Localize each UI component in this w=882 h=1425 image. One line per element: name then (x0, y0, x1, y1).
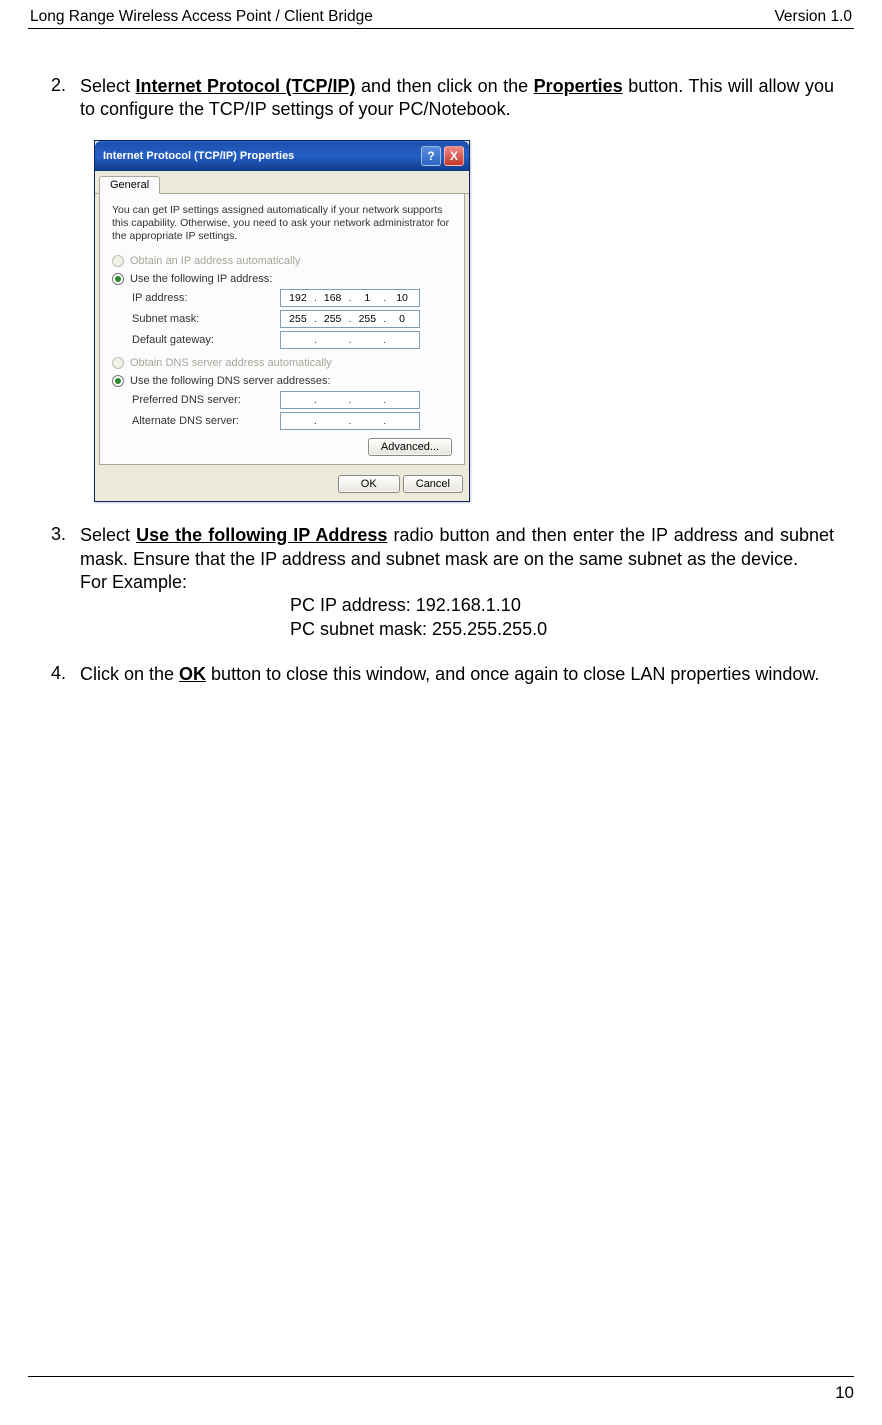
step-2: 2. Select Internet Protocol (TCP/IP) and… (48, 75, 834, 122)
label-ip-address: IP address: (132, 292, 272, 304)
radio-auto-dns: Obtain DNS server address automatically (112, 357, 452, 369)
radio-use-dns[interactable]: Use the following DNS server addresses: (112, 375, 452, 387)
radio-auto-ip[interactable]: Obtain an IP address automatically (112, 255, 452, 267)
tcp-ip-label: Internet Protocol (TCP/IP) (136, 76, 356, 96)
step-4: 4. Click on the OK button to close this … (48, 663, 834, 686)
label-subnet-mask: Subnet mask: (132, 313, 272, 325)
radio-icon (112, 375, 124, 387)
tab-general[interactable]: General (99, 176, 160, 194)
tab-row: General (95, 171, 469, 194)
ok-label: OK (179, 664, 206, 684)
page-footer: 10 (28, 1376, 854, 1403)
doc-version: Version 1.0 (774, 8, 852, 26)
cancel-button[interactable]: Cancel (403, 475, 463, 493)
step-number: 2. (48, 75, 80, 122)
step-2-text: Select Internet Protocol (TCP/IP) and th… (80, 75, 834, 122)
ip-field-group: IP address: 192. 168. 1. 10 Subnet mask: (132, 289, 452, 349)
example-lines: PC IP address: 192.168.1.10 PC subnet ma… (290, 594, 834, 641)
help-button[interactable]: ? (421, 146, 441, 166)
default-gateway-input[interactable]: .. .. .. . (280, 331, 420, 349)
advanced-button[interactable]: Advanced... (368, 438, 452, 456)
preferred-dns-input[interactable]: ....... (280, 391, 420, 409)
ip-address-input[interactable]: 192. 168. 1. 10 (280, 289, 420, 307)
subnet-mask-input[interactable]: 255. 255. 255. 0 (280, 310, 420, 328)
step-4-text: Click on the OK button to close this win… (80, 663, 834, 686)
properties-label: Properties (534, 76, 623, 96)
page-number: 10 (835, 1383, 854, 1402)
ok-button[interactable]: OK (338, 475, 400, 493)
page-header: Long Range Wireless Access Point / Clien… (28, 0, 854, 29)
label-preferred-dns: Preferred DNS server: (132, 394, 272, 406)
dialog-panel: You can get IP settings assigned automat… (99, 194, 465, 465)
step-3-text: Select Use the following IP Address radi… (80, 524, 834, 641)
dialog-screenshot: Internet Protocol (TCP/IP) Properties ? … (94, 140, 834, 502)
step-number: 3. (48, 524, 80, 641)
radio-icon (112, 357, 124, 369)
dns-field-group: Preferred DNS server: ....... Alternate … (132, 391, 452, 430)
close-button[interactable]: X (444, 146, 464, 166)
example-ip: PC IP address: 192.168.1.10 (290, 594, 834, 617)
use-following-ip-label: Use the following IP Address (136, 525, 387, 545)
doc-title: Long Range Wireless Access Point / Clien… (30, 8, 373, 26)
content-area: 2. Select Internet Protocol (TCP/IP) and… (28, 75, 854, 687)
for-example: For Example: (80, 571, 834, 594)
radio-icon (112, 273, 124, 285)
radio-icon (112, 255, 124, 267)
label-alternate-dns: Alternate DNS server: (132, 415, 272, 427)
dialog-title: Internet Protocol (TCP/IP) Properties (103, 150, 294, 162)
alternate-dns-input[interactable]: ....... (280, 412, 420, 430)
step-3: 3. Select Use the following IP Address r… (48, 524, 834, 641)
radio-use-ip[interactable]: Use the following IP address: (112, 273, 452, 285)
label-default-gateway: Default gateway: (132, 334, 272, 346)
dialog-description: You can get IP settings assigned automat… (112, 204, 452, 243)
tcpip-properties-dialog: Internet Protocol (TCP/IP) Properties ? … (94, 140, 470, 502)
example-subnet: PC subnet mask: 255.255.255.0 (290, 618, 834, 641)
dialog-titlebar: Internet Protocol (TCP/IP) Properties ? … (95, 141, 469, 171)
step-number: 4. (48, 663, 80, 686)
